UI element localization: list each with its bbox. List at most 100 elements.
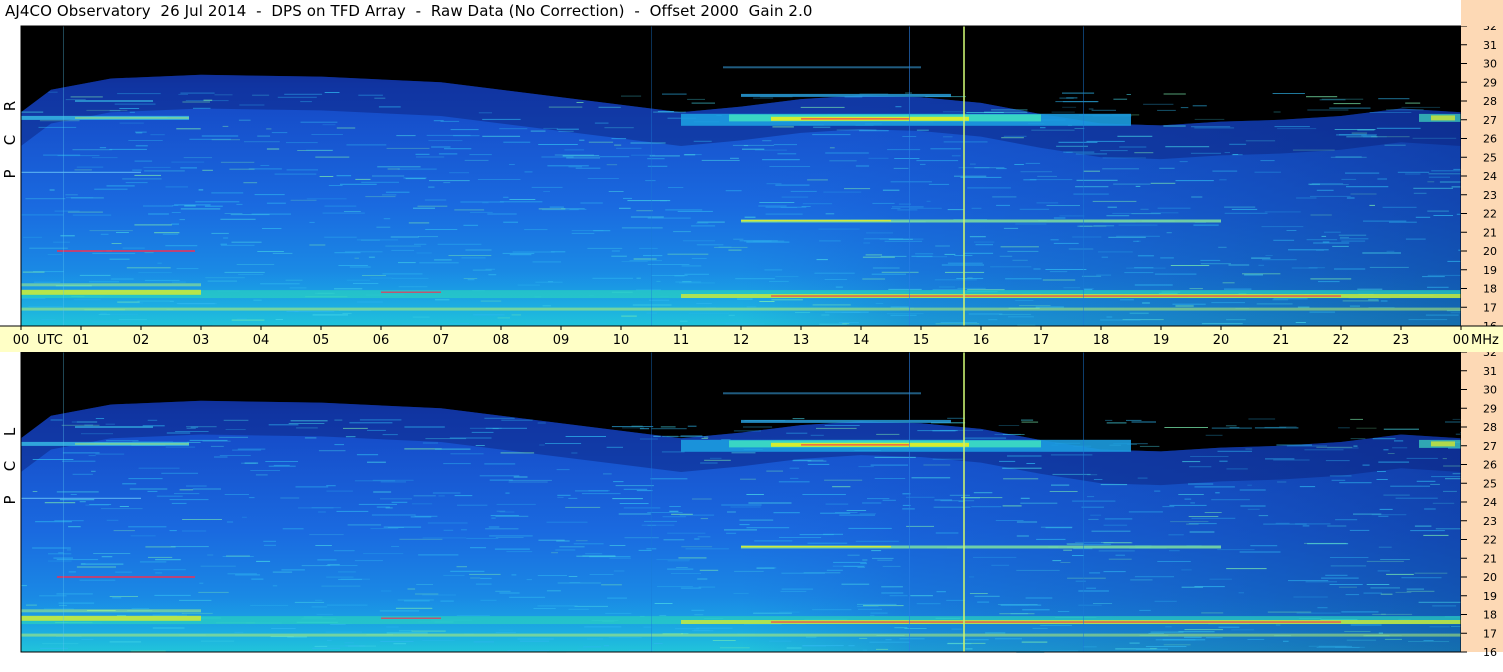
- streak: [61, 424, 100, 426]
- streak: [1295, 322, 1306, 323]
- streak: [905, 496, 935, 498]
- streak: [855, 540, 899, 542]
- streak: [724, 529, 757, 531]
- streak: [1016, 535, 1029, 537]
- streak: [251, 578, 264, 580]
- streak: [1126, 419, 1142, 421]
- streak: [1194, 486, 1235, 488]
- streak: [656, 559, 691, 561]
- streak: [1433, 215, 1453, 216]
- streak: [26, 604, 37, 606]
- streak: [47, 254, 62, 256]
- streak: [735, 278, 775, 280]
- streak: [1205, 434, 1223, 436]
- streak: [509, 199, 536, 200]
- streak: [696, 627, 733, 629]
- streak: [1139, 609, 1151, 611]
- streak: [1428, 173, 1466, 175]
- streak: [1378, 515, 1389, 517]
- streak: [984, 111, 1028, 113]
- streak: [613, 570, 625, 572]
- streak: [533, 608, 556, 609]
- streak: [502, 252, 535, 254]
- streak: [428, 186, 435, 188]
- streak: [49, 189, 55, 191]
- streak: [1338, 586, 1357, 588]
- streak: [368, 256, 375, 258]
- streak: [789, 467, 800, 469]
- streak: [1060, 562, 1071, 563]
- streak: [733, 238, 744, 240]
- streak: [939, 429, 983, 431]
- streak: [1020, 502, 1058, 504]
- streak: [1205, 637, 1223, 639]
- streak: [769, 166, 811, 167]
- streak: [609, 557, 631, 559]
- streak: [425, 229, 458, 230]
- vertical-line: [63, 26, 64, 326]
- streak: [92, 321, 131, 323]
- streak: [478, 112, 492, 114]
- streak: [957, 287, 986, 289]
- streak: [590, 323, 607, 325]
- streak: [863, 242, 871, 244]
- streak: [786, 647, 802, 649]
- streak: [556, 128, 579, 130]
- streak: [416, 584, 433, 585]
- streak: [1405, 238, 1426, 240]
- vertical-line: [909, 26, 910, 326]
- streak: [387, 168, 400, 170]
- streak: [85, 504, 109, 506]
- streak: [881, 271, 919, 273]
- streak: [744, 240, 772, 242]
- streak: [207, 554, 214, 556]
- streak: [1063, 549, 1072, 551]
- streak: [990, 266, 1032, 268]
- streak: [841, 583, 870, 585]
- streak: [1083, 646, 1097, 648]
- streak: [1093, 479, 1103, 480]
- streak: [762, 140, 772, 142]
- streak: [832, 486, 851, 488]
- streak: [1224, 288, 1252, 290]
- streak: [1062, 106, 1077, 108]
- streak: [1329, 107, 1371, 109]
- streak: [965, 639, 989, 641]
- streak: [915, 253, 934, 255]
- streak: [1245, 140, 1276, 142]
- streak: [484, 417, 515, 419]
- streak: [112, 597, 122, 599]
- streak: [70, 494, 77, 495]
- streak: [526, 579, 532, 581]
- streak: [1200, 263, 1231, 265]
- streak: [1371, 514, 1407, 516]
- streak: [568, 576, 578, 577]
- streak: [380, 481, 406, 483]
- streak: [160, 612, 184, 614]
- streak: [1380, 559, 1410, 560]
- streak: [380, 590, 392, 592]
- streak: [585, 553, 603, 555]
- streak: [109, 258, 130, 260]
- streak: [829, 160, 857, 162]
- streak: [1378, 546, 1392, 548]
- streak: [857, 567, 865, 568]
- streak: [949, 494, 970, 496]
- streak: [1325, 460, 1350, 462]
- streak: [621, 95, 642, 97]
- frequency-tick-label: 26: [1483, 459, 1497, 472]
- streak: [1245, 448, 1253, 450]
- streak: [537, 575, 567, 576]
- streak: [824, 425, 860, 426]
- streak: [1413, 192, 1427, 194]
- frequency-tick-label: 31: [1483, 365, 1497, 378]
- streak: [482, 118, 521, 120]
- streak: [1316, 189, 1334, 191]
- streak: [1032, 627, 1048, 629]
- streak: [728, 314, 735, 316]
- streak: [1105, 419, 1113, 421]
- streak: [1267, 611, 1312, 613]
- streak: [869, 641, 910, 643]
- streak: [469, 154, 492, 156]
- streak: [1346, 197, 1355, 199]
